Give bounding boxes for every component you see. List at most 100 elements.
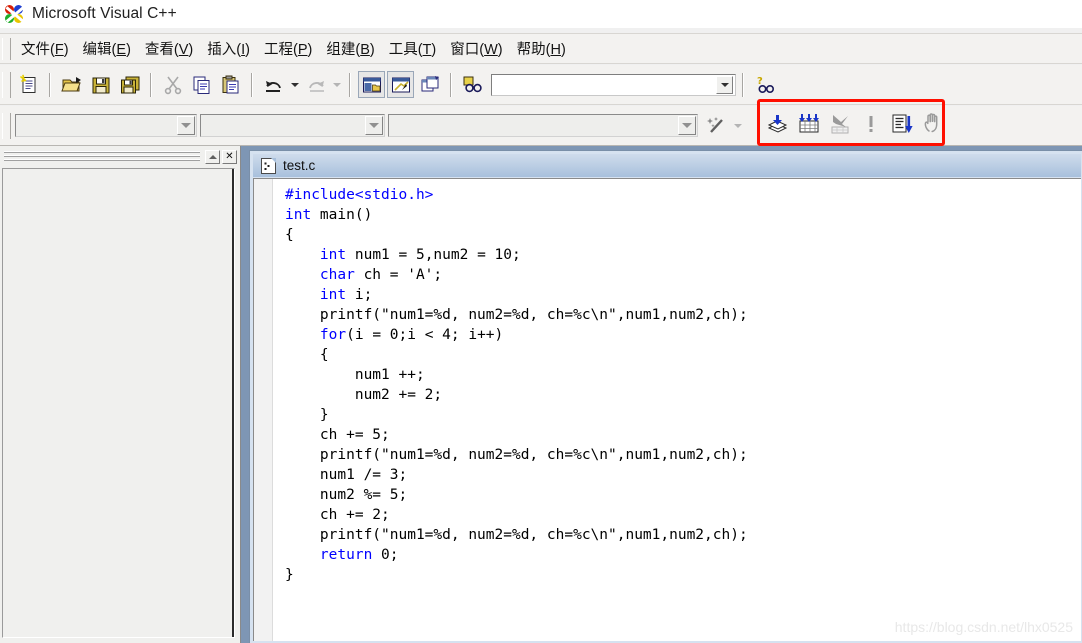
save-button[interactable] xyxy=(87,71,114,98)
scissors-icon xyxy=(164,76,181,94)
menu-file-label: 文件 xyxy=(21,41,50,58)
undo-dropdown-button[interactable] xyxy=(288,71,301,98)
editor-client: #include<stdio.h> int main() { int num1 = … xyxy=(253,178,1081,641)
code-keyword: int xyxy=(285,207,312,223)
open-button[interactable] xyxy=(58,71,85,98)
menu-project-label: 工程 xyxy=(263,41,293,58)
watermark: https://blog.csdn.net/lhx0525 xyxy=(894,619,1073,635)
wizardbar-class-combo-dropdown[interactable] xyxy=(177,116,195,135)
redo-dropdown-button[interactable] xyxy=(330,71,343,98)
toolbar-separator xyxy=(450,72,452,97)
code-text: { xyxy=(285,227,294,243)
menu-file[interactable]: 文件(F) xyxy=(14,35,76,63)
menu-view[interactable]: 查看(V) xyxy=(138,35,200,63)
undo-button[interactable] xyxy=(260,71,287,98)
toolbar-separator xyxy=(251,72,253,97)
chevron-down-icon xyxy=(290,82,299,87)
new-text-file-button[interactable] xyxy=(15,71,42,98)
menu-edit-accel: E xyxy=(116,41,127,58)
insert-breakpoint-button[interactable] xyxy=(918,110,947,139)
find-combo[interactable] xyxy=(491,73,736,96)
build-minibar xyxy=(762,106,940,142)
build-button[interactable] xyxy=(794,110,823,139)
workspace-pane: ✕ xyxy=(0,146,241,643)
code-line: num1 ++; xyxy=(285,365,1081,385)
wizardbar-filter-combo-dropdown[interactable] xyxy=(365,116,383,135)
chevron-down-icon xyxy=(332,82,341,87)
wizardbar-grip[interactable] xyxy=(2,112,11,139)
menu-project-accel: P xyxy=(297,41,308,58)
editor-selection-margin[interactable] xyxy=(254,179,273,641)
chevron-down-icon xyxy=(682,123,692,128)
find-combo-dropdown[interactable] xyxy=(716,75,733,94)
chevron-down-icon xyxy=(733,123,742,128)
magic-wand-icon xyxy=(706,116,723,133)
wizardbar-filter-combo[interactable] xyxy=(200,114,385,137)
menu-help[interactable]: 帮助(H) xyxy=(510,35,573,63)
code-line: num2 += 2; xyxy=(285,385,1081,405)
code-keyword: int xyxy=(319,287,347,303)
menu-tools-label: 工具 xyxy=(388,41,418,58)
menu-insert[interactable]: 插入(I) xyxy=(200,35,257,63)
code-line: int main() xyxy=(285,205,1081,225)
code-line: } xyxy=(285,405,1081,425)
workspace-button[interactable] xyxy=(358,71,385,98)
copy-button[interactable] xyxy=(188,71,215,98)
code-text: printf("num1=%d, num2=%d, ch=%c\n",num1,… xyxy=(319,447,748,463)
wizardbar-actions-dropdown[interactable] xyxy=(731,112,744,139)
toolbar-separator xyxy=(49,72,51,97)
menu-view-label: 查看 xyxy=(144,41,174,58)
search-help-button[interactable]: ? xyxy=(751,71,778,98)
hand-breakpoint-icon xyxy=(924,113,937,133)
workspace-pane-grip[interactable] xyxy=(4,151,200,162)
standard-toolbar-grip[interactable] xyxy=(2,71,11,98)
code-editor-text[interactable]: #include<stdio.h> int main() { int num1 = … xyxy=(273,179,1081,641)
code-text: i; xyxy=(346,287,373,303)
source-file-icon xyxy=(261,157,276,174)
menu-file-accel: F xyxy=(54,41,64,58)
save-all-button[interactable] xyxy=(116,71,143,98)
menu-view-accel: V xyxy=(178,41,189,58)
workspace-pane-close-button[interactable]: ✕ xyxy=(222,149,237,164)
output-button[interactable] xyxy=(387,71,414,98)
menu-edit[interactable]: 编辑(E) xyxy=(76,35,138,63)
help-find-icon: ? xyxy=(757,76,774,93)
menu-project[interactable]: 工程(P) xyxy=(257,35,319,63)
menu-build[interactable]: 组建(B) xyxy=(319,35,381,63)
menu-window[interactable]: 窗口(W) xyxy=(443,35,509,63)
code-line: printf("num1=%d, num2=%d, ch=%c\n",num1,… xyxy=(285,525,1081,545)
menubar: 文件(F) 编辑(E) 查看(V) 插入(I) 工程(P) 组建(B) 工具(T… xyxy=(0,33,1082,64)
cut-button[interactable] xyxy=(159,71,186,98)
workspace-pane-collapse-button[interactable] xyxy=(205,149,220,164)
go-button[interactable] xyxy=(887,110,916,139)
menu-help-label: 帮助 xyxy=(516,41,546,58)
code-keyword: char xyxy=(319,267,355,283)
wizardbar-member-combo-dropdown[interactable] xyxy=(678,116,696,135)
menubar-grip[interactable] xyxy=(2,37,11,60)
execute-button[interactable] xyxy=(856,110,885,139)
menu-tools[interactable]: 工具(T) xyxy=(382,35,444,63)
code-line: char ch = 'A'; xyxy=(285,265,1081,285)
editor-window-caption[interactable]: test.c xyxy=(253,154,1081,177)
compile-button[interactable] xyxy=(763,110,792,139)
menu-insert-label: 插入 xyxy=(207,41,237,58)
menu-window-accel: W xyxy=(484,41,498,58)
code-keyword: int xyxy=(319,247,347,263)
toolbar-separator xyxy=(742,72,744,97)
wizardbar-member-combo[interactable] xyxy=(388,114,698,137)
go-debug-icon xyxy=(892,114,913,133)
window-titlebar: Microsoft Visual C++ xyxy=(0,0,1082,28)
workspace-tree[interactable] xyxy=(3,169,234,637)
wizardbar-actions-button[interactable] xyxy=(703,112,730,139)
wizardbar-class-combo[interactable] xyxy=(15,114,197,137)
window-list-button[interactable] xyxy=(416,71,443,98)
paste-button[interactable] xyxy=(217,71,244,98)
code-line: ch += 5; xyxy=(285,425,1081,445)
window-title: Microsoft Visual C++ xyxy=(32,5,177,22)
workspace-pane-body[interactable] xyxy=(2,168,235,638)
save-all-icon xyxy=(120,76,139,93)
find-in-files-button[interactable] xyxy=(459,71,486,98)
redo-button[interactable] xyxy=(302,71,329,98)
build-icon xyxy=(798,114,819,133)
stop-build-button[interactable] xyxy=(825,110,854,139)
